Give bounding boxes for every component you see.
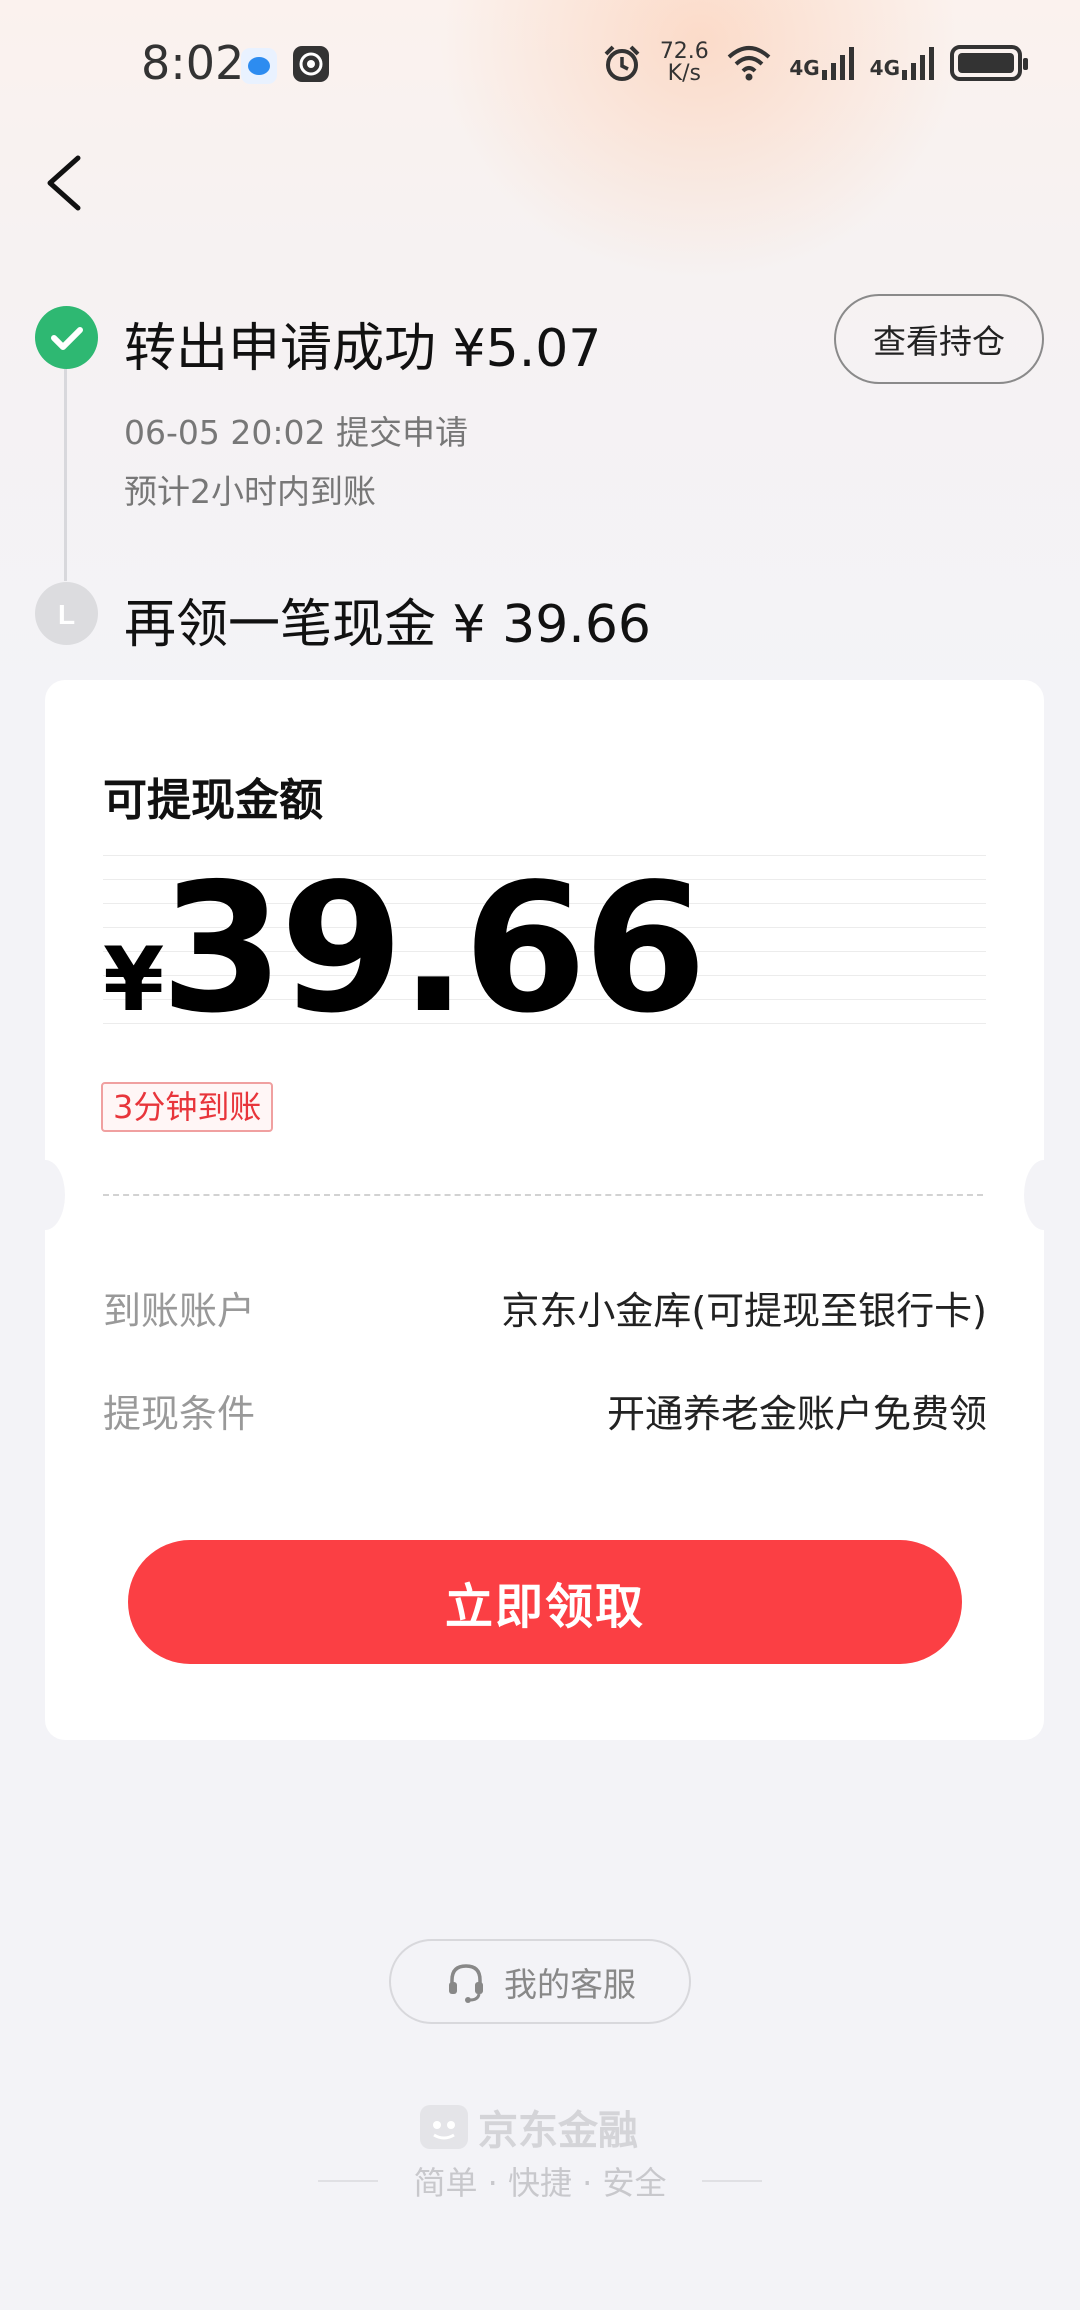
ticket-notch-right	[1024, 1160, 1064, 1230]
alarm-icon	[604, 45, 640, 81]
jd-finance-logo-icon	[420, 2105, 468, 2149]
condition-value: 开通养老金账户免费领	[606, 1392, 987, 1436]
pending-step-icon: L	[35, 582, 98, 645]
submit-time: 06-05 20:02 提交申请	[124, 413, 468, 452]
signal-1-label: 4G	[789, 56, 820, 80]
customer-service-button[interactable]: 我的客服	[389, 1939, 691, 2024]
message-app-icon	[241, 48, 277, 84]
withdrawable-amount-label: 可提现金额	[103, 775, 323, 826]
status-bar: 8:02 72.6 K/s 4G 4G	[0, 0, 1080, 130]
account-label: 到账账户	[103, 1289, 256, 1333]
headset-icon	[449, 1963, 483, 2003]
brand: 京东金融	[420, 2098, 638, 2156]
net-speed-value: 72.6	[659, 39, 709, 64]
brand-name: 京东金融	[478, 2108, 638, 2154]
battery-icon	[950, 45, 1028, 81]
claim-now-button[interactable]: 立即领取	[128, 1540, 962, 1664]
account-value: 京东小金库(可提现至银行卡)	[501, 1289, 987, 1333]
claim-cash-title: 再领一笔现金 ¥ 39.66	[124, 595, 652, 655]
timeline-connector	[64, 369, 67, 581]
arrival-estimate: 预计2小时内到账	[124, 472, 376, 511]
wifi-icon	[727, 46, 771, 81]
notification-app-icon	[293, 46, 329, 82]
net-speed-unit: K/s	[667, 61, 701, 86]
signal-2-icon: 4G	[870, 46, 934, 80]
view-holdings-button[interactable]: 查看持仓	[834, 294, 1044, 384]
dashed-divider	[103, 1194, 983, 1196]
withdrawable-amount: 39.66	[160, 845, 707, 1052]
success-check-icon	[35, 306, 98, 369]
status-time: 8:02	[141, 36, 245, 90]
brand-slogan: 简单 · 快捷 · 安全	[413, 2164, 667, 2202]
page: 8:02 72.6 K/s 4G 4G L 转出申请成功 ¥5.07 06-05…	[0, 0, 1080, 2310]
currency-symbol: ¥	[103, 928, 165, 1031]
ticket-notch-left	[25, 1160, 65, 1230]
arrival-time-tag: 3分钟到账	[101, 1082, 274, 1132]
back-button[interactable]	[38, 148, 98, 218]
pending-step-letter: L	[58, 599, 75, 630]
customer-service-label: 我的客服	[504, 1964, 636, 2004]
signal-1-icon: 4G	[789, 46, 854, 80]
status-icons: 72.6 K/s 4G 4G	[601, 38, 1028, 88]
chevron-left-icon	[47, 155, 81, 211]
signal-2-label: 4G	[869, 56, 900, 80]
transfer-success-title: 转出申请成功 ¥5.07	[124, 319, 602, 379]
condition-label: 提现条件	[103, 1392, 256, 1436]
net-speed: 72.6 K/s	[659, 41, 709, 85]
